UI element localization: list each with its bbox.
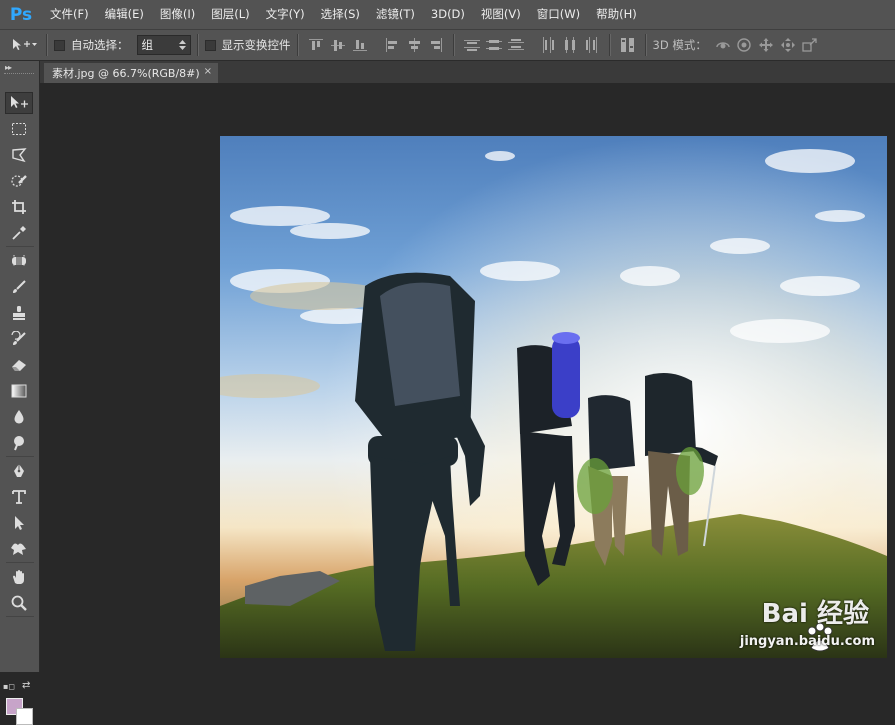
distribute-top-icon[interactable] bbox=[463, 37, 480, 53]
divider bbox=[6, 246, 34, 247]
menu-filter[interactable]: 滤镜(T) bbox=[368, 0, 423, 29]
divider bbox=[608, 34, 611, 56]
type-icon[interactable] bbox=[5, 486, 33, 508]
app-logo: Ps bbox=[9, 4, 33, 25]
3d-mode-label: 3D 模式： bbox=[652, 38, 707, 52]
auto-select-value: 组 bbox=[141, 38, 154, 52]
brush-icon[interactable] bbox=[5, 276, 33, 298]
collapse-panel-icon[interactable]: ▸▸ bbox=[5, 63, 12, 72]
zoom-icon[interactable] bbox=[5, 592, 33, 614]
divider bbox=[46, 34, 48, 56]
lasso-icon[interactable] bbox=[5, 144, 33, 166]
hand-icon[interactable] bbox=[5, 566, 33, 588]
close-icon[interactable]: × bbox=[204, 66, 212, 77]
menu-window[interactable]: 窗口(W) bbox=[529, 0, 588, 29]
divider bbox=[644, 34, 647, 56]
move-tool-preset-icon[interactable] bbox=[11, 37, 37, 53]
dropdown-stepper-icon bbox=[178, 40, 186, 50]
document-image[interactable]: Bai 经验 jingyan.baidu.com bbox=[220, 136, 887, 658]
toolbox-grip[interactable] bbox=[4, 73, 34, 77]
divider bbox=[6, 562, 34, 563]
document-tab-bar: 素材.jpg @ 66.7%(RGB/8#) × bbox=[40, 63, 895, 83]
distribute-horizontal-centers-icon[interactable] bbox=[562, 37, 578, 53]
watermark-url: jingyan.baidu.com bbox=[739, 634, 875, 649]
divider bbox=[196, 34, 199, 56]
align-vertical-centers-icon[interactable] bbox=[330, 37, 346, 53]
pen-icon[interactable] bbox=[5, 460, 33, 482]
blur-icon[interactable] bbox=[5, 406, 33, 428]
auto-align-layers-icon[interactable] bbox=[620, 37, 636, 53]
menu-edit[interactable]: 编辑(E) bbox=[97, 0, 152, 29]
background-color-swatch[interactable] bbox=[16, 708, 33, 725]
divider bbox=[6, 616, 34, 617]
default-colors-icon[interactable]: ▪◻ bbox=[3, 682, 15, 691]
custom-shape-icon[interactable] bbox=[5, 538, 33, 560]
distribute-vertical-centers-icon[interactable] bbox=[485, 37, 502, 53]
eyedropper-icon[interactable] bbox=[5, 222, 33, 244]
menu-bar: Ps 文件(F) 编辑(E) 图像(I) 图层(L) 文字(Y) 选择(S) 滤… bbox=[0, 0, 895, 29]
path-selection-icon[interactable] bbox=[5, 512, 33, 534]
divider bbox=[6, 456, 34, 457]
options-bar: 自动选择： 组 显示变换控件 3D 模式： bbox=[0, 29, 895, 61]
auto-select-label: 自动选择： bbox=[71, 38, 129, 52]
align-left-edges-icon[interactable] bbox=[384, 37, 400, 53]
toolbox: ▸▸ ▪◻ ⇄ bbox=[0, 61, 40, 725]
menu-view[interactable]: 视图(V) bbox=[473, 0, 529, 29]
distribute-bottom-icon[interactable] bbox=[507, 37, 524, 53]
baidu-jingyan-logo: Bai 经验 bbox=[761, 599, 869, 629]
crop-icon[interactable] bbox=[5, 196, 33, 218]
distribute-left-icon[interactable] bbox=[540, 37, 556, 53]
menu-select[interactable]: 选择(S) bbox=[313, 0, 368, 29]
menu-help[interactable]: 帮助(H) bbox=[588, 0, 645, 29]
clone-stamp-icon[interactable] bbox=[5, 302, 33, 324]
dodge-icon[interactable] bbox=[5, 432, 33, 454]
canvas-area[interactable]: Bai 经验 jingyan.baidu.com bbox=[40, 83, 895, 672]
3d-roll-icon[interactable] bbox=[736, 37, 752, 53]
align-horizontal-centers-icon[interactable] bbox=[406, 37, 422, 53]
auto-select-checkbox[interactable] bbox=[54, 39, 65, 51]
3d-scale-icon[interactable] bbox=[802, 37, 818, 53]
align-top-edges-icon[interactable] bbox=[308, 37, 324, 53]
show-transform-checkbox[interactable] bbox=[204, 39, 216, 51]
menu-layer[interactable]: 图层(L) bbox=[203, 0, 257, 29]
distribute-right-icon[interactable] bbox=[584, 37, 600, 53]
quick-selection-icon[interactable] bbox=[5, 170, 33, 192]
eraser-icon[interactable] bbox=[5, 354, 33, 376]
rectangular-marquee-icon[interactable] bbox=[5, 118, 33, 140]
hikers-photo bbox=[220, 136, 887, 658]
3d-pan-icon[interactable] bbox=[758, 37, 774, 53]
3d-slide-icon[interactable] bbox=[780, 37, 796, 53]
swap-colors-icon[interactable]: ⇄ bbox=[22, 680, 30, 691]
document-tab-title: 素材.jpg @ 66.7%(RGB/8#) bbox=[52, 67, 200, 80]
move-tool-icon[interactable] bbox=[5, 92, 33, 114]
menu-3d[interactable]: 3D(D) bbox=[423, 0, 473, 29]
menu-type[interactable]: 文字(Y) bbox=[258, 0, 313, 29]
auto-select-dropdown[interactable]: 组 bbox=[136, 35, 191, 55]
3d-rotate-icon[interactable] bbox=[714, 37, 730, 53]
show-transform-label: 显示变换控件 bbox=[221, 38, 291, 52]
document-tab[interactable]: 素材.jpg @ 66.7%(RGB/8#) × bbox=[44, 63, 218, 83]
align-bottom-edges-icon[interactable] bbox=[352, 37, 368, 53]
menu-file[interactable]: 文件(F) bbox=[42, 0, 97, 29]
gradient-icon[interactable] bbox=[5, 380, 33, 402]
divider bbox=[296, 34, 299, 56]
menu-image[interactable]: 图像(I) bbox=[152, 0, 203, 29]
divider bbox=[452, 34, 455, 56]
spot-healing-brush-icon[interactable] bbox=[5, 250, 33, 272]
align-right-edges-icon[interactable] bbox=[428, 37, 444, 53]
history-brush-icon[interactable] bbox=[5, 328, 33, 350]
